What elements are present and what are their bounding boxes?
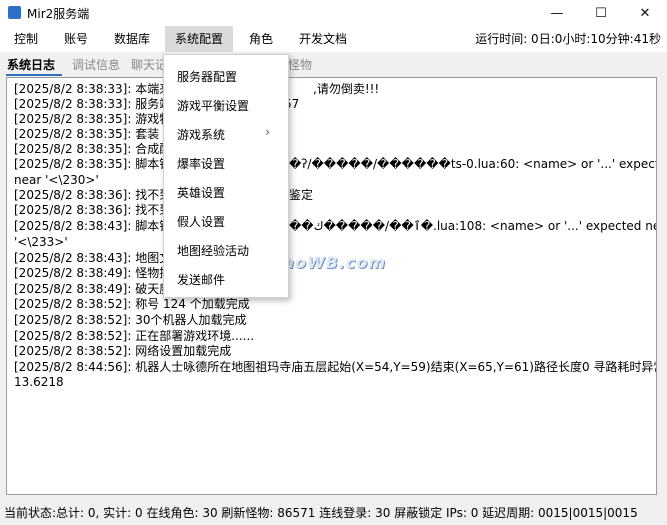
- active-tab-indicator: [6, 74, 62, 76]
- window-title: Mir2服务端: [27, 7, 90, 21]
- maximize-button[interactable]: ☐: [579, 0, 623, 26]
- close-icon: ✕: [639, 5, 651, 21]
- minimize-button[interactable]: —: [535, 0, 579, 26]
- tab-system-log[interactable]: 系统日志: [7, 56, 55, 73]
- log-line: [2025/8/2 8:38:52]: 称号 124 个加载完成: [14, 297, 250, 311]
- tab-debug-info[interactable]: 调试信息: [72, 56, 120, 73]
- dropdown-item-send-mail[interactable]: 发送邮件: [177, 271, 225, 288]
- status-bar: 当前状态:总计: 0, 实计: 0 在线角色: 30 刷新怪物: 86571 连…: [4, 506, 638, 520]
- tab-bar: 系统日志 调试信息 聊天记 怪物: [0, 54, 667, 76]
- log-line: [2025/8/2 8:38:35]: 套装 42: [14, 127, 179, 141]
- watermark-logo: LaoWB.com: [272, 253, 387, 272]
- log-line: �ʔ/�����/������ts-0.lua:60: <name> or '.…: [289, 157, 657, 171]
- tab-chat-log[interactable]: 聊天记: [131, 56, 167, 73]
- log-line: [2025/8/2 8:38:35]: 游戏特效: [14, 112, 184, 126]
- log-line: [2025/8/2 8:38:35]: 脚本错误: [14, 157, 184, 171]
- menu-account[interactable]: 账号: [54, 26, 98, 52]
- chevron-right-icon: ›: [265, 125, 270, 139]
- log-line: [2025/8/2 8:38:33]: 本端来源: [14, 82, 184, 96]
- log-line: [2025/8/2 8:38:52]: 30个机器人加载完成: [14, 313, 247, 327]
- app-icon: [8, 6, 21, 19]
- log-line: [2025/8/2 8:38:52]: 正在部署游戏环境......: [14, 329, 255, 343]
- log-line: [2025/8/2 8:38:36]: 找不到脚: [14, 203, 184, 217]
- minimize-icon: —: [550, 5, 564, 21]
- dropdown-item-hero-settings[interactable]: 英雄设置: [177, 184, 225, 201]
- dropdown-item-map-exp-event[interactable]: 地图经验活动: [177, 242, 249, 259]
- close-button[interactable]: ✕: [623, 0, 667, 26]
- log-line: [2025/8/2 8:44:56]: 机器人士咏德所在地图祖玛寺庙五层起始(X…: [14, 360, 657, 374]
- log-line: [2025/8/2 8:38:52]: 网络设置加载完成: [14, 344, 232, 358]
- menu-role[interactable]: 角色: [239, 26, 283, 52]
- system-log-panel[interactable]: [2025/8/2 8:38:33]: 本端来源 ,请勿倒卖!!! [2025/…: [6, 77, 657, 495]
- log-line: [2025/8/2 8:38:36]: 找不到脚: [14, 188, 184, 202]
- log-line: ��ٱ��/�����ك�.lua:108: <name> or '...' e…: [289, 219, 657, 233]
- log-line: ,请勿倒卖!!!: [313, 82, 380, 96]
- dropdown-item-drop-rate[interactable]: 爆率设置: [177, 155, 225, 172]
- title-bar: Mir2服务端 — ☐ ✕: [0, 0, 667, 26]
- log-line: [2025/8/2 8:38:49]: 怪物掉落: [14, 266, 184, 280]
- maximize-icon: ☐: [595, 5, 607, 21]
- log-line: near '<\230>': [14, 173, 99, 187]
- dropdown-item-balance-settings[interactable]: 游戏平衡设置: [177, 97, 249, 114]
- menu-dev-docs[interactable]: 开发文档: [289, 26, 357, 52]
- menu-system-config[interactable]: 系统配置: [165, 26, 234, 52]
- log-line: [2025/8/2 8:38:33]: 服务端b: [14, 97, 179, 111]
- tab-monsters[interactable]: 怪物: [288, 56, 312, 73]
- menu-control[interactable]: 控制: [4, 26, 48, 52]
- runtime-label: 运行时间: 0日:0小时:10分钟:41秒: [475, 32, 661, 46]
- log-line: [2025/8/2 8:38:43]: 地图文件: [14, 251, 184, 265]
- dropdown-item-game-system[interactable]: 游戏系统: [177, 126, 225, 143]
- log-line: [2025/8/2 8:38:43]: 脚本错误: [14, 219, 184, 233]
- log-line: [2025/8/2 8:38:35]: 合成配方: [14, 142, 184, 156]
- menu-bar: 控制 账号 数据库 系统配置 角色 开发文档 运行时间: 0日:0小时:10分钟…: [0, 26, 667, 52]
- menu-database[interactable]: 数据库: [104, 26, 160, 52]
- system-config-dropdown: 服务器配置 游戏平衡设置 游戏系统 › 爆率设置 英雄设置 假人设置 地图经验活…: [163, 54, 289, 298]
- log-line: [2025/8/2 8:38:49]: 破天魔龙: [14, 282, 184, 296]
- log-line: 鉴定: [289, 188, 314, 202]
- log-line: 13.6218: [14, 375, 64, 389]
- dropdown-item-bot-settings[interactable]: 假人设置: [177, 213, 225, 230]
- dropdown-item-server-config[interactable]: 服务器配置: [177, 68, 237, 85]
- log-line: '<\233>': [14, 235, 68, 249]
